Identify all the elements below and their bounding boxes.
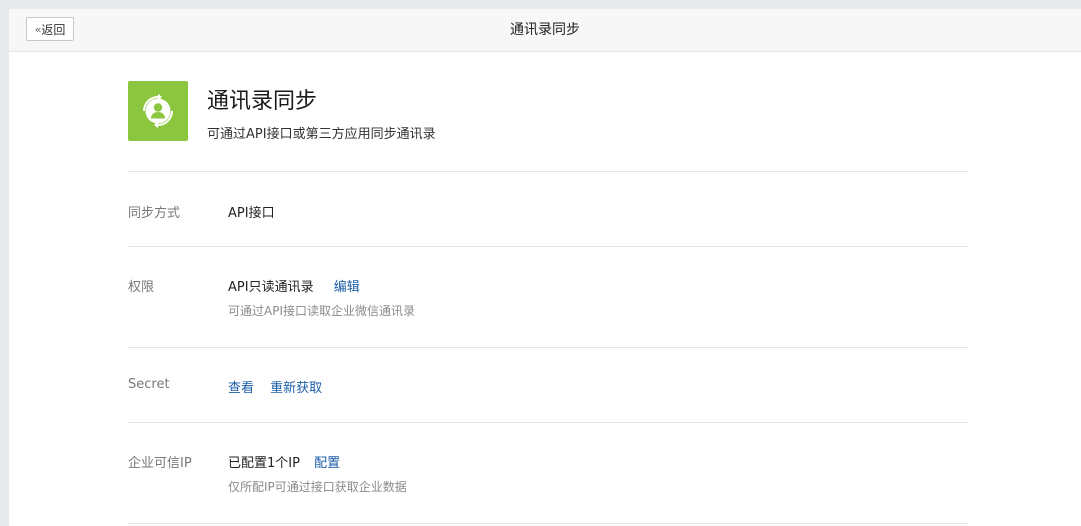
app-description: 可通过API接口或第三方应用同步通讯录 — [207, 127, 436, 142]
view-secret-link[interactable]: 查看 — [228, 381, 254, 396]
configure-ip-link[interactable]: 配置 — [314, 456, 340, 471]
back-button[interactable]: ‹‹ 返回 — [26, 17, 74, 41]
divider — [128, 171, 968, 172]
trusted-ip-value-row: 已配置1个IP 配置 — [228, 452, 340, 471]
back-button-label: 返回 — [41, 22, 66, 37]
permission-value-row: API只读通讯录 编辑 — [228, 276, 360, 295]
edit-permission-link[interactable]: 编辑 — [334, 280, 360, 295]
permission-label: 权限 — [128, 280, 155, 295]
trusted-ip-note: 仅所配IP可通过接口获取企业数据 — [228, 480, 407, 494]
secret-label: Secret — [128, 377, 170, 392]
trusted-ip-value: 已配置1个IP — [228, 456, 300, 471]
trusted-ip-label: 企业可信IP — [128, 456, 192, 471]
page-title: 通讯录同步 — [510, 22, 580, 38]
divider — [128, 347, 968, 348]
double-chevron-left-icon: ‹‹ — [34, 22, 42, 36]
permission-value: API只读通讯录 — [228, 280, 314, 295]
divider — [128, 523, 968, 524]
contact-sync-icon — [128, 81, 188, 141]
sync-method-value: API接口 — [228, 206, 275, 221]
divider — [128, 246, 968, 247]
permission-note: 可通过API接口读取企业微信通讯录 — [228, 304, 415, 318]
app-name: 通讯录同步 — [207, 89, 318, 114]
top-bar: 通讯录同步 ‹‹ 返回 — [9, 9, 1081, 52]
secret-actions: 查看 重新获取 — [228, 377, 322, 396]
sync-method-label: 同步方式 — [128, 206, 181, 221]
refresh-secret-link[interactable]: 重新获取 — [270, 381, 322, 396]
divider — [128, 422, 968, 423]
